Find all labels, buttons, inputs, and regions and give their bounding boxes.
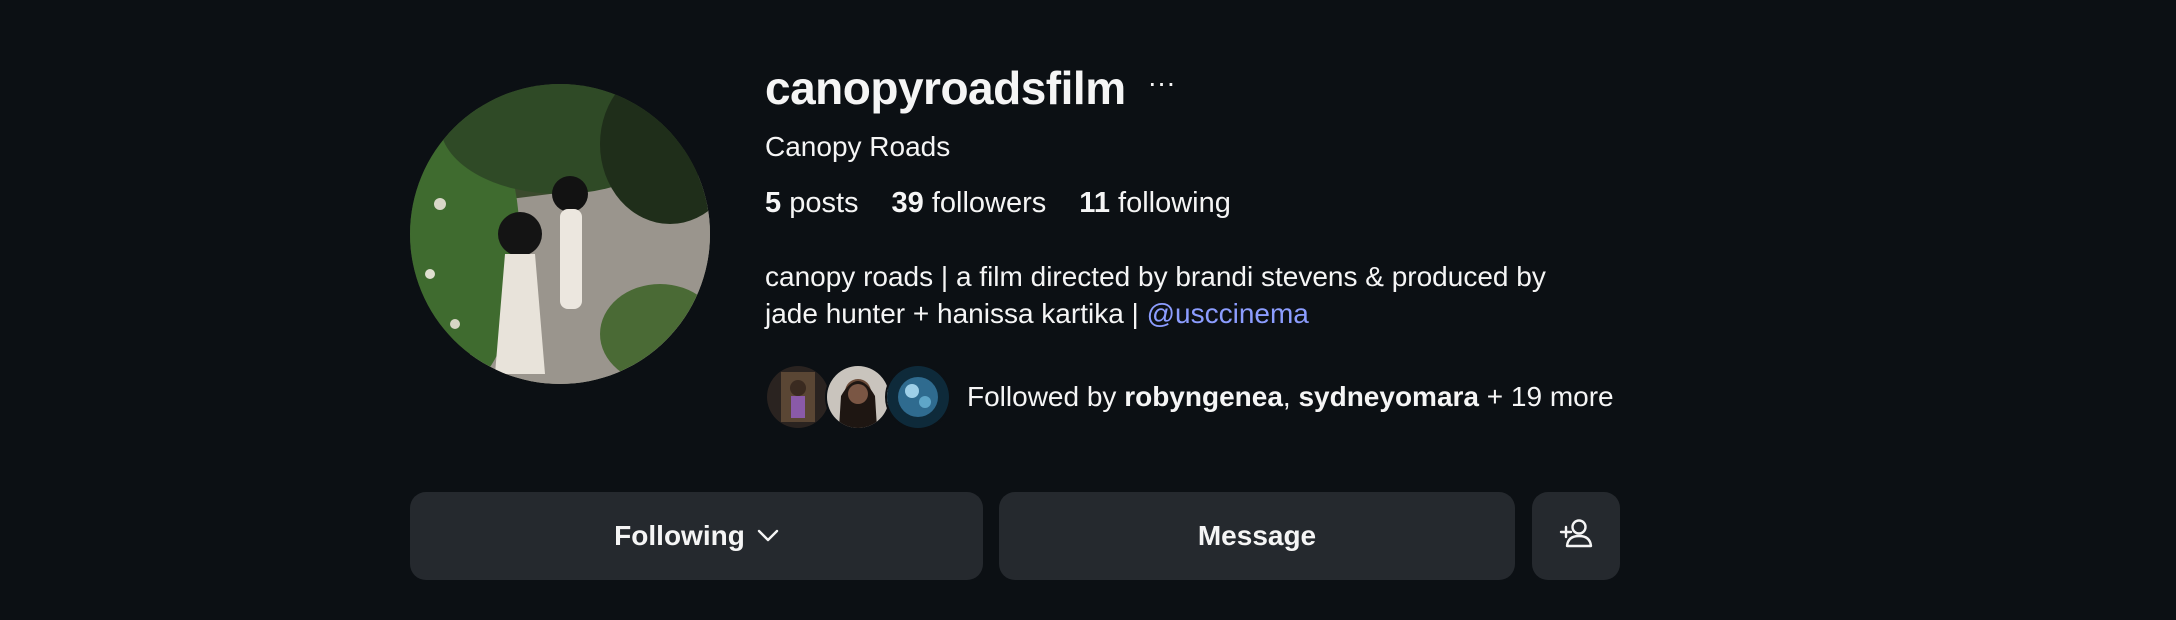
following-button[interactable]: Following [410,492,983,580]
followers-count: 39 [891,187,924,219]
bio-line-2-text: jade hunter + hanissa kartika | [765,298,1147,329]
profile-info: canopyroadsfilm ··· Canopy Roads 5 posts… [765,55,1665,430]
posts-count: 5 [765,187,782,219]
following-count: 11 [1079,187,1110,219]
following-stat[interactable]: 11 following [1079,187,1231,220]
posts-stat: 5 posts [765,187,859,220]
mutual-avatar [765,364,831,430]
profile-avatar[interactable] [410,84,710,384]
followed-by-separator: , [1282,381,1299,412]
person-add-icon [1559,518,1593,555]
followers-label: followers [931,187,1047,219]
bio-line-1: canopy roads | a film directed by brandi… [765,261,1546,292]
title-row: canopyroadsfilm ··· [765,55,1665,121]
followed-by-suffix: + 19 more [1479,381,1614,412]
following-button-label: Following [614,520,745,551]
add-user-button[interactable] [1532,492,1620,580]
posts-label: posts [789,187,859,219]
followed-by-text: Followed by robyngenea, sydneyomara + 19… [967,381,1614,413]
mention-link[interactable]: @usccinema [1147,298,1309,329]
mutual-user-2[interactable]: sydneyomara [1298,381,1479,412]
followed-by-prefix: Followed by [967,381,1125,412]
mutual-avatars [765,364,951,430]
username: canopyroadsfilm [765,62,1126,114]
message-button[interactable]: Message [999,492,1515,580]
chevron-down-icon [757,529,779,543]
profile-photo [410,84,710,384]
full-name: Canopy Roads [765,131,951,162]
followed-by-row[interactable]: Followed by robyngenea, sydneyomara + 19… [765,364,1665,430]
mutual-avatar [885,364,951,430]
more-options-icon[interactable]: ··· [1148,69,1176,107]
mutual-user-1[interactable]: robyngenea [1124,381,1283,412]
mutual-avatar [825,364,891,430]
bio-line-2: jade hunter + hanissa kartika | @usccine… [765,295,1625,332]
following-label: following [1118,187,1231,219]
followers-stat[interactable]: 39 followers [892,187,1047,220]
message-button-label: Message [1197,520,1317,551]
bio: canopy roads | a film directed by brandi… [765,258,1625,332]
profile-stats: 5 posts 39 followers 11 following [765,187,1665,220]
